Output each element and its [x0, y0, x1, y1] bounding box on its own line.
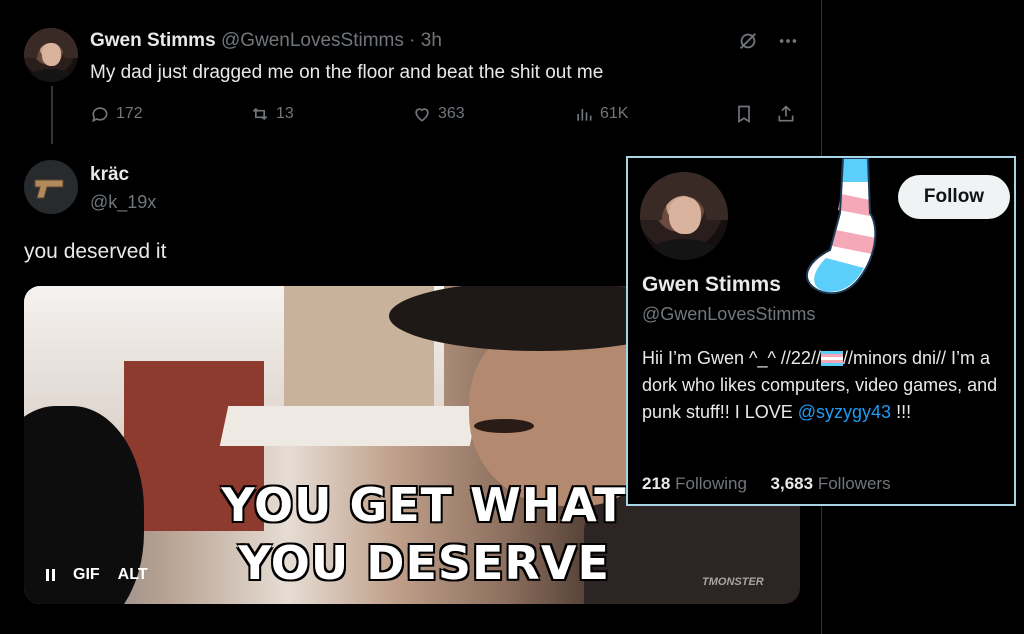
like-icon	[415, 108, 429, 122]
repost-icon	[252, 107, 268, 121]
post-time[interactable]: 3h	[421, 30, 442, 51]
separator-dot: ·	[409, 30, 416, 51]
pause-icon[interactable]	[46, 569, 55, 581]
follow-button[interactable]: Follow	[898, 175, 1010, 219]
trans-flag-icon	[820, 351, 843, 366]
post-author-avatar[interactable]	[24, 28, 78, 82]
grok-icon[interactable]	[737, 30, 759, 58]
like-count: 363	[438, 105, 465, 122]
following-link[interactable]: 218 Following	[642, 474, 747, 493]
bio-text-1: Hii I’m Gwen ^_^ //22//	[642, 348, 821, 368]
gif-mustache	[474, 419, 534, 433]
card-display-name[interactable]: Gwen Stimms	[642, 273, 781, 297]
repost-button[interactable]: 13	[250, 104, 294, 124]
views-icon	[577, 109, 592, 121]
reply-author-avatar[interactable]	[24, 160, 78, 214]
bookmark-icon	[738, 105, 750, 124]
views-count: 61K	[600, 105, 629, 122]
bookmark-button[interactable]	[734, 104, 754, 124]
post-actions: 172 13 363 61K	[90, 104, 800, 128]
profile-hover-card: Follow Gwen Stimms @GwenLovesStimms Hii …	[626, 156, 1016, 506]
gif-roof	[219, 406, 479, 446]
more-icon[interactable]	[777, 30, 799, 58]
card-stats: 218 Following 3,683 Followers	[642, 474, 891, 494]
like-button[interactable]: 363	[412, 104, 465, 124]
bio-text-3: !!!	[896, 402, 912, 422]
gif-badge: GIF	[73, 566, 100, 583]
reply-count: 172	[116, 105, 143, 122]
post-author-handle[interactable]: @GwenLovesStimms	[221, 30, 404, 51]
card-bio: Hii I’m Gwen ^_^ //22////minors dni// I’…	[642, 345, 1002, 426]
repost-count: 13	[276, 105, 294, 122]
reply-icon	[92, 107, 108, 123]
share-icon	[778, 105, 794, 122]
post-top-icons	[737, 30, 799, 58]
bio-mention-link[interactable]: @syzygy43	[798, 402, 891, 422]
reply-author-handle[interactable]: @k_19x	[90, 192, 156, 213]
post-author-name[interactable]: Gwen Stimms	[90, 30, 216, 51]
reply-button[interactable]: 172	[90, 104, 143, 124]
share-button[interactable]	[776, 104, 796, 124]
card-handle[interactable]: @GwenLovesStimms	[642, 304, 815, 325]
reply-text: you deserved it	[24, 240, 167, 263]
followers-count: 3,683	[770, 474, 814, 493]
followers-link[interactable]: 3,683 Followers	[771, 474, 891, 493]
post-text: My dad just dragged me on the floor and …	[90, 62, 604, 83]
sock-drawing	[805, 158, 877, 295]
pistol-icon	[34, 179, 64, 199]
gif-caption-line1: YOU GET WHAT	[221, 478, 627, 532]
alt-badge[interactable]: ALT	[118, 566, 148, 584]
following-label: Following	[675, 474, 747, 493]
views-button[interactable]: 61K	[574, 104, 628, 124]
following-count: 218	[642, 474, 671, 493]
reply-author-name[interactable]: kräc	[90, 164, 129, 186]
gif-caption: YOU GET WHAT YOU DESERVE	[204, 476, 644, 592]
post-header: Gwen Stimms @GwenLovesStimms · 3h	[90, 30, 442, 52]
thread-connector	[51, 86, 53, 144]
gif-watermark: TMONSTER	[702, 576, 764, 588]
followers-label: Followers	[817, 474, 891, 493]
gif-caption-line2: YOU DESERVE	[238, 536, 610, 590]
gif-controls: GIF ALT	[46, 566, 148, 584]
card-avatar[interactable]	[640, 172, 728, 260]
